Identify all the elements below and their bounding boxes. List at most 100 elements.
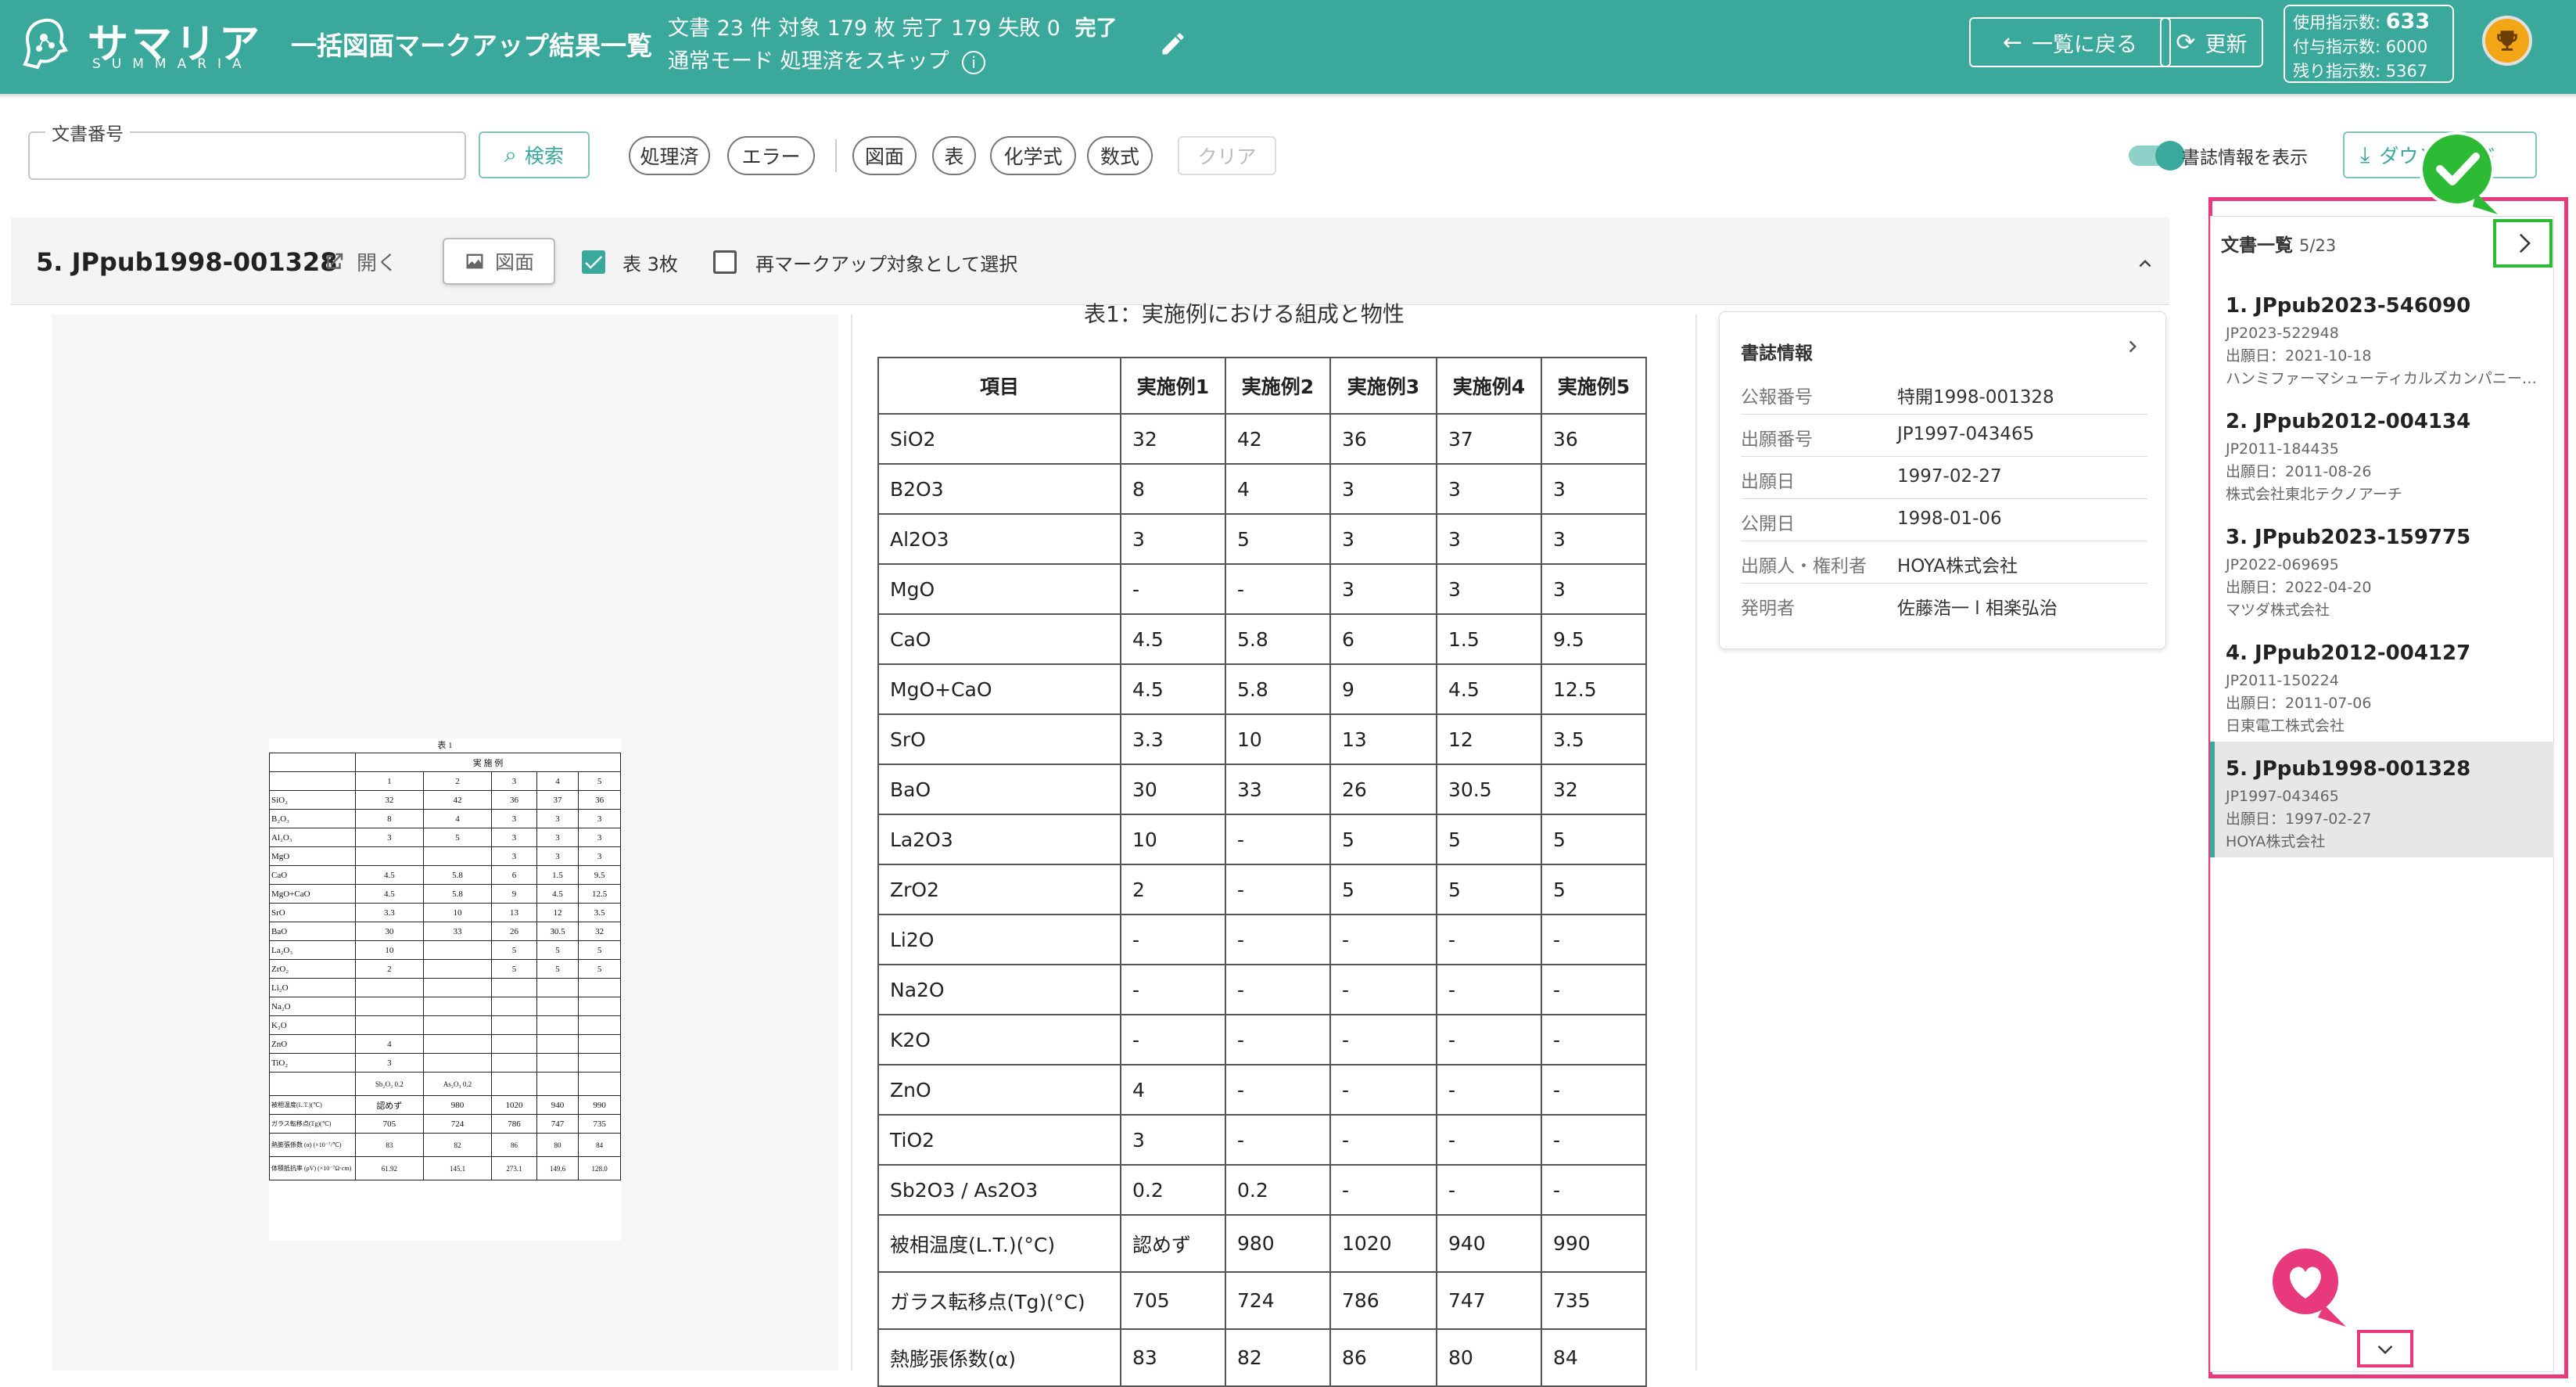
table-header-cell: 項目 bbox=[877, 357, 1121, 415]
table-cell: - bbox=[1120, 1014, 1226, 1065]
table-cell: - bbox=[1225, 964, 1331, 1015]
table-cell: - bbox=[1541, 964, 1647, 1015]
usage-remaining-value: 5367 bbox=[2385, 62, 2428, 81]
scan-table: 実 施 例 1 2 3 4 5 SiO₂ 32 42 36 37 36 B₂O₃ 8 4 3 3 3 Al₂O₃ 3 5… bbox=[269, 753, 621, 1180]
pencil-icon[interactable] bbox=[1159, 30, 1187, 58]
usage-used-value: 633 bbox=[2385, 9, 2431, 34]
table-cell: 2 bbox=[1120, 864, 1226, 915]
scan-cell: 3 bbox=[578, 809, 621, 828]
doc-item-title: 5. JPpub1998-001328 bbox=[2226, 757, 2471, 781]
biblio-value: 特開1998-001328 bbox=[1897, 387, 2054, 408]
scan-cell bbox=[536, 1015, 579, 1035]
chip-figure[interactable]: 図面 bbox=[852, 136, 917, 175]
doc-item-owner: 株式会社東北テクノアーチ bbox=[2226, 486, 2402, 503]
table-cell: 4.5 bbox=[1436, 663, 1542, 715]
scan-cell: 82 bbox=[422, 1133, 493, 1157]
chevron-right-icon[interactable] bbox=[2121, 335, 2144, 358]
collapse-icon[interactable] bbox=[2132, 252, 2158, 275]
biblio-row: 公開日 1998-01-06 bbox=[1741, 499, 2147, 541]
table-row: 熱膨張係数(α) 83 82 86 80 84 bbox=[877, 1328, 1647, 1387]
scan-cell: 9 bbox=[491, 884, 537, 904]
info-icon[interactable]: i bbox=[962, 50, 986, 74]
pink-heart-pin-icon bbox=[2269, 1245, 2346, 1327]
table-cell: - bbox=[1436, 1164, 1542, 1216]
scan-row-label: 被相温度(L.T.)(℃) bbox=[269, 1095, 356, 1115]
scan-cell: 10 bbox=[422, 903, 493, 922]
table-header-cell: 実施例1 bbox=[1120, 357, 1226, 415]
chip-processed[interactable]: 処理済 bbox=[629, 136, 710, 175]
biblio-value: 佐藤浩一 l 相楽弘治 bbox=[1897, 598, 2058, 619]
table-cell: 3 bbox=[1541, 513, 1647, 565]
scan-cell: 5.8 bbox=[422, 884, 493, 904]
doc-item-app-no: JP2022-069695 bbox=[2226, 556, 2339, 573]
chip-chemical[interactable]: 化学式 bbox=[990, 136, 1076, 175]
table-cell: 705 bbox=[1120, 1271, 1226, 1330]
scan-cell: 84 bbox=[578, 1133, 621, 1157]
scan-group-header: 実 施 例 bbox=[355, 753, 621, 772]
table-cell: 1020 bbox=[1329, 1214, 1437, 1273]
biblio-value: 1998-01-06 bbox=[1897, 508, 2002, 529]
search-button[interactable]: ⌕ 検索 bbox=[479, 131, 590, 178]
doc-list-item[interactable]: 3. JPpub2023-159775 JP2022-069695 出願日：2022… bbox=[2210, 510, 2554, 626]
scan-cell: 3 bbox=[491, 809, 537, 828]
table-cell: 9.5 bbox=[1541, 613, 1647, 665]
scan-row-label: BaO bbox=[269, 922, 356, 941]
scan-cell bbox=[422, 997, 493, 1016]
next-doc-button[interactable] bbox=[2493, 219, 2553, 268]
scan-cell bbox=[422, 1015, 493, 1035]
scan-row-label: Na₂O bbox=[269, 997, 356, 1016]
scan-row-label: ガラス転移点(Tg)(℃) bbox=[269, 1114, 356, 1134]
table-cell: - bbox=[1225, 1014, 1331, 1065]
clear-button[interactable]: クリア bbox=[1178, 136, 1276, 175]
doc-list-item[interactable]: 5. JPpub1998-001328 JP1997-043465 出願日：1997… bbox=[2210, 742, 2554, 857]
chip-table[interactable]: 表 bbox=[932, 136, 976, 175]
table-cell: 5 bbox=[1329, 814, 1437, 865]
scan-row-label: TiO₂ bbox=[269, 1053, 356, 1073]
table-cell: 5 bbox=[1436, 864, 1542, 915]
table-cell: 13 bbox=[1329, 713, 1437, 765]
scroll-down-button[interactable] bbox=[2357, 1330, 2413, 1367]
biblio-toggle-label: 書誌情報を表示 bbox=[2182, 148, 2308, 168]
refresh-button[interactable]: ⟳ 更新 bbox=[2160, 17, 2263, 67]
scan-cell: 990 bbox=[578, 1095, 621, 1115]
open-link[interactable]: 開く bbox=[322, 247, 397, 276]
chip-error[interactable]: エラー bbox=[727, 136, 815, 175]
scan-cell bbox=[578, 1034, 621, 1054]
scan-cell bbox=[578, 1072, 621, 1096]
scan-cell bbox=[536, 1072, 579, 1096]
table-cell: 0.2 bbox=[1120, 1164, 1226, 1216]
trophy-button[interactable] bbox=[2482, 16, 2532, 66]
doc-item-title: 4. JPpub2012-004127 bbox=[2226, 641, 2471, 665]
scan-cell bbox=[578, 997, 621, 1016]
doc-list-item[interactable]: 4. JPpub2012-004127 JP2011-150224 出願日：2011… bbox=[2210, 626, 2554, 742]
back-to-list-button[interactable]: ← 一覧に戻る bbox=[1969, 17, 2171, 67]
scan-cell: 認めず bbox=[355, 1095, 424, 1115]
chip-formula[interactable]: 数式 bbox=[1087, 136, 1153, 175]
table-cell: - bbox=[1329, 914, 1437, 965]
remarkup-checkbox[interactable] bbox=[713, 250, 737, 274]
scan-row-label: ZrO₂ bbox=[269, 959, 356, 979]
scan-cell bbox=[491, 978, 537, 997]
scan-cell: 86 bbox=[491, 1133, 537, 1157]
table-row: CaO 4.5 5.8 6 1.5 9.5 bbox=[877, 613, 1647, 665]
biblio-toggle-knob[interactable] bbox=[2155, 141, 2185, 171]
scan-cell: 33 bbox=[422, 922, 493, 941]
table-checkbox[interactable] bbox=[582, 250, 605, 274]
table-row-label: Al2O3 bbox=[877, 513, 1121, 565]
scan-cell: 273.1 bbox=[491, 1156, 537, 1180]
table-cell: 12 bbox=[1436, 713, 1542, 765]
table-row-label: CaO bbox=[877, 613, 1121, 665]
table-cell: 5.8 bbox=[1225, 663, 1331, 715]
scan-cell bbox=[355, 1015, 424, 1035]
scan-cell: 724 bbox=[422, 1114, 493, 1134]
table-row: SiO2 32 42 36 37 36 bbox=[877, 413, 1647, 465]
biblio-row: 出願日 1997-02-27 bbox=[1741, 457, 2147, 499]
scan-cell: 3 bbox=[355, 828, 424, 847]
figure-view-button[interactable]: 図面 bbox=[443, 238, 555, 285]
table-header-cell: 実施例3 bbox=[1329, 357, 1437, 415]
biblio-key: 公報番号 bbox=[1741, 387, 1813, 408]
doc-item-date: 出願日：2021-10-18 bbox=[2226, 347, 2372, 365]
doc-list-item[interactable]: 1. JPpub2023-546090 JP2023-522948 出願日：2021… bbox=[2210, 278, 2554, 394]
scan-row-label: Li₂O bbox=[269, 978, 356, 997]
doc-list-item[interactable]: 2. JPpub2012-004134 JP2011-184435 出願日：2011… bbox=[2210, 394, 2554, 510]
